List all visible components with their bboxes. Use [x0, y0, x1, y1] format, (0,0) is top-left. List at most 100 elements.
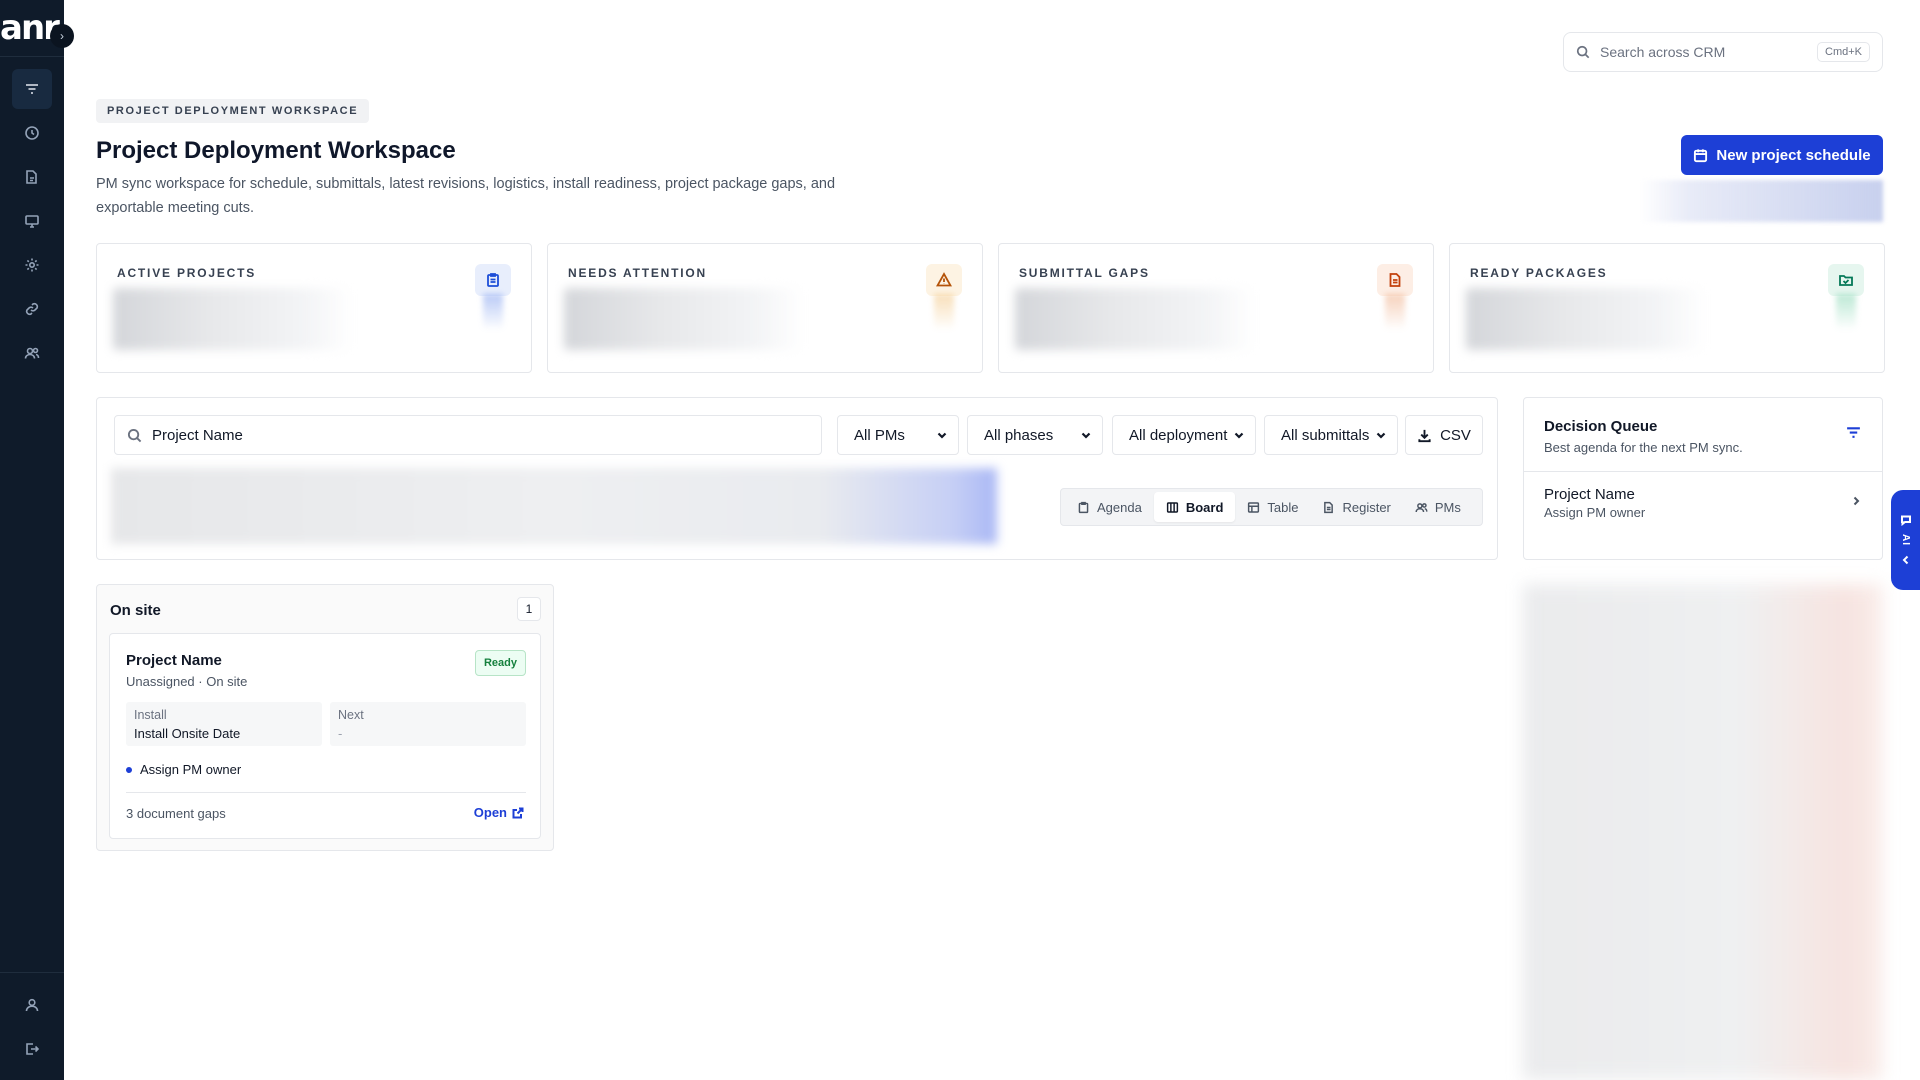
clipboard-icon: [487, 273, 499, 287]
tab-label: Register: [1342, 499, 1391, 515]
tab-table[interactable]: Table: [1235, 492, 1310, 522]
decision-queue-filter-button[interactable]: [1845, 424, 1862, 446]
deployment-filter-value: All deployment: [1129, 426, 1228, 444]
kpi-value-blurred: [1015, 288, 1255, 350]
search-icon: [127, 428, 142, 442]
page-title: Project Deployment Workspace: [96, 137, 456, 164]
new-project-schedule-button[interactable]: New project schedule: [1681, 135, 1883, 175]
next-field: Next -: [330, 702, 526, 746]
ai-assistant-tab[interactable]: AI: [1891, 490, 1920, 590]
folder-check-icon: [1839, 275, 1853, 286]
kpi-icon-badge: [1828, 264, 1864, 296]
card-action-text: Assign PM owner: [140, 762, 242, 777]
sidebar-item-documents[interactable]: [12, 157, 52, 197]
kpi-card-submittal-gaps: SUBMITTAL GAPS: [998, 243, 1434, 373]
sidebar-item-monitor[interactable]: [12, 201, 52, 241]
kpi-value-blurred: [1466, 288, 1706, 350]
document-icon: [1324, 501, 1334, 513]
search-shortcut-hint: Cmd+K: [1817, 42, 1870, 62]
link-icon: [25, 302, 39, 316]
chevron-right-icon: [1850, 494, 1862, 512]
tab-board[interactable]: Board: [1153, 492, 1236, 522]
install-field: Install Install Onsite Date: [126, 702, 322, 746]
global-search-input[interactable]: [1600, 44, 1810, 60]
kpi-icon-badge: [926, 264, 962, 296]
kpi-glow: [1836, 294, 1856, 330]
clipboard-icon: [1078, 501, 1089, 513]
blurred-region: [1640, 180, 1883, 222]
csv-export-label: CSV: [1440, 426, 1471, 444]
open-link-label: Open: [473, 805, 507, 820]
global-search[interactable]: Cmd+K: [1563, 32, 1883, 72]
blurred-region: [111, 468, 997, 544]
columns-icon: [1166, 501, 1178, 513]
download-icon: [1418, 429, 1431, 442]
page-description: PM sync workspace for schedule, submitta…: [96, 176, 836, 216]
submittals-filter-value: All submittals: [1281, 426, 1370, 444]
tab-pms[interactable]: PMs: [1403, 492, 1473, 522]
install-value: Install Onsite Date: [134, 726, 241, 741]
tab-agenda[interactable]: Agenda: [1065, 492, 1154, 522]
filters-panel: All PMs All phases All deployment All su…: [96, 397, 1498, 560]
sidebar: anr ›: [0, 0, 74, 1080]
sidebar-divider: [0, 56, 64, 57]
kpi-card-needs-attention: NEEDS ATTENTION: [547, 243, 983, 373]
sidebar-item-clock[interactable]: [12, 113, 52, 153]
tab-label: Table: [1267, 499, 1299, 515]
gear-icon: [25, 258, 39, 272]
project-search[interactable]: [114, 415, 822, 455]
kpi-label: READY PACKAGES: [1470, 266, 1608, 280]
page-eyebrow: PROJECT DEPLOYMENT WORKSPACE: [96, 99, 370, 123]
tab-register[interactable]: Register: [1310, 492, 1402, 522]
sidebar-item-logout[interactable]: [12, 1029, 52, 1069]
card-action-item: Assign PM owner: [126, 762, 241, 777]
project-card[interactable]: Project Name Unassigned · On site Ready …: [109, 633, 541, 839]
kpi-card-active-projects: ACTIVE PROJECTS: [96, 243, 532, 373]
users-icon: [1415, 502, 1428, 512]
document-gaps-count: 3 document gaps: [126, 806, 226, 821]
view-switcher: Agenda Board Table Register PMs: [1060, 488, 1483, 526]
open-project-link[interactable]: Open: [474, 805, 524, 820]
project-card-title: Project Name: [126, 652, 222, 669]
kpi-label: SUBMITTAL GAPS: [1019, 266, 1150, 280]
pm-filter-select[interactable]: All PMs: [837, 415, 959, 455]
sidebar-item-settings[interactable]: [12, 245, 52, 285]
external-link-icon: [512, 807, 524, 818]
status-badge: Ready: [474, 650, 526, 676]
warning-icon: [936, 272, 952, 287]
tab-label: Board: [1185, 499, 1224, 515]
csv-export-button[interactable]: CSV: [1405, 415, 1483, 455]
sidebar-toggle-chevron-icon[interactable]: ›: [50, 24, 74, 48]
bullet-dot: [126, 766, 132, 773]
submittals-filter-select[interactable]: All submittals: [1264, 415, 1398, 455]
kpi-label: ACTIVE PROJECTS: [117, 266, 257, 280]
phase-filter-value: All phases: [984, 426, 1054, 444]
sidebar-item-links[interactable]: [12, 289, 52, 329]
sidebar-bottom-divider: [0, 972, 64, 973]
divider: [126, 792, 526, 793]
kpi-card-ready-packages: READY PACKAGES: [1449, 243, 1885, 373]
sidebar-item-users[interactable]: [12, 333, 52, 373]
sidebar-item-filter[interactable]: [12, 69, 52, 109]
install-label: Install: [134, 708, 167, 722]
kpi-glow: [934, 294, 954, 330]
clock-icon: [25, 126, 39, 140]
project-search-input[interactable]: [152, 426, 752, 444]
column-count-badge: 1: [517, 597, 541, 621]
tab-label: PMs: [1434, 499, 1461, 515]
kpi-value-blurred: [113, 288, 353, 350]
chevron-down-icon: [1376, 432, 1386, 439]
sidebar-item-profile[interactable]: [12, 985, 52, 1025]
decision-queue-title: Decision Queue: [1544, 418, 1658, 435]
phase-filter-select[interactable]: All phases: [967, 415, 1103, 455]
decision-queue-subtitle: Best agenda for the next PM sync.: [1544, 440, 1743, 455]
users-icon: [24, 347, 40, 359]
search-icon: [1576, 45, 1590, 59]
chevron-left-icon: [1902, 555, 1908, 565]
next-value: -: [338, 726, 343, 741]
chat-icon: [1900, 515, 1911, 526]
deployment-filter-select[interactable]: All deployment: [1112, 415, 1256, 455]
kpi-label: NEEDS ATTENTION: [568, 266, 708, 280]
new-project-schedule-label: New project schedule: [1716, 146, 1871, 164]
filter-icon: [1847, 427, 1860, 438]
